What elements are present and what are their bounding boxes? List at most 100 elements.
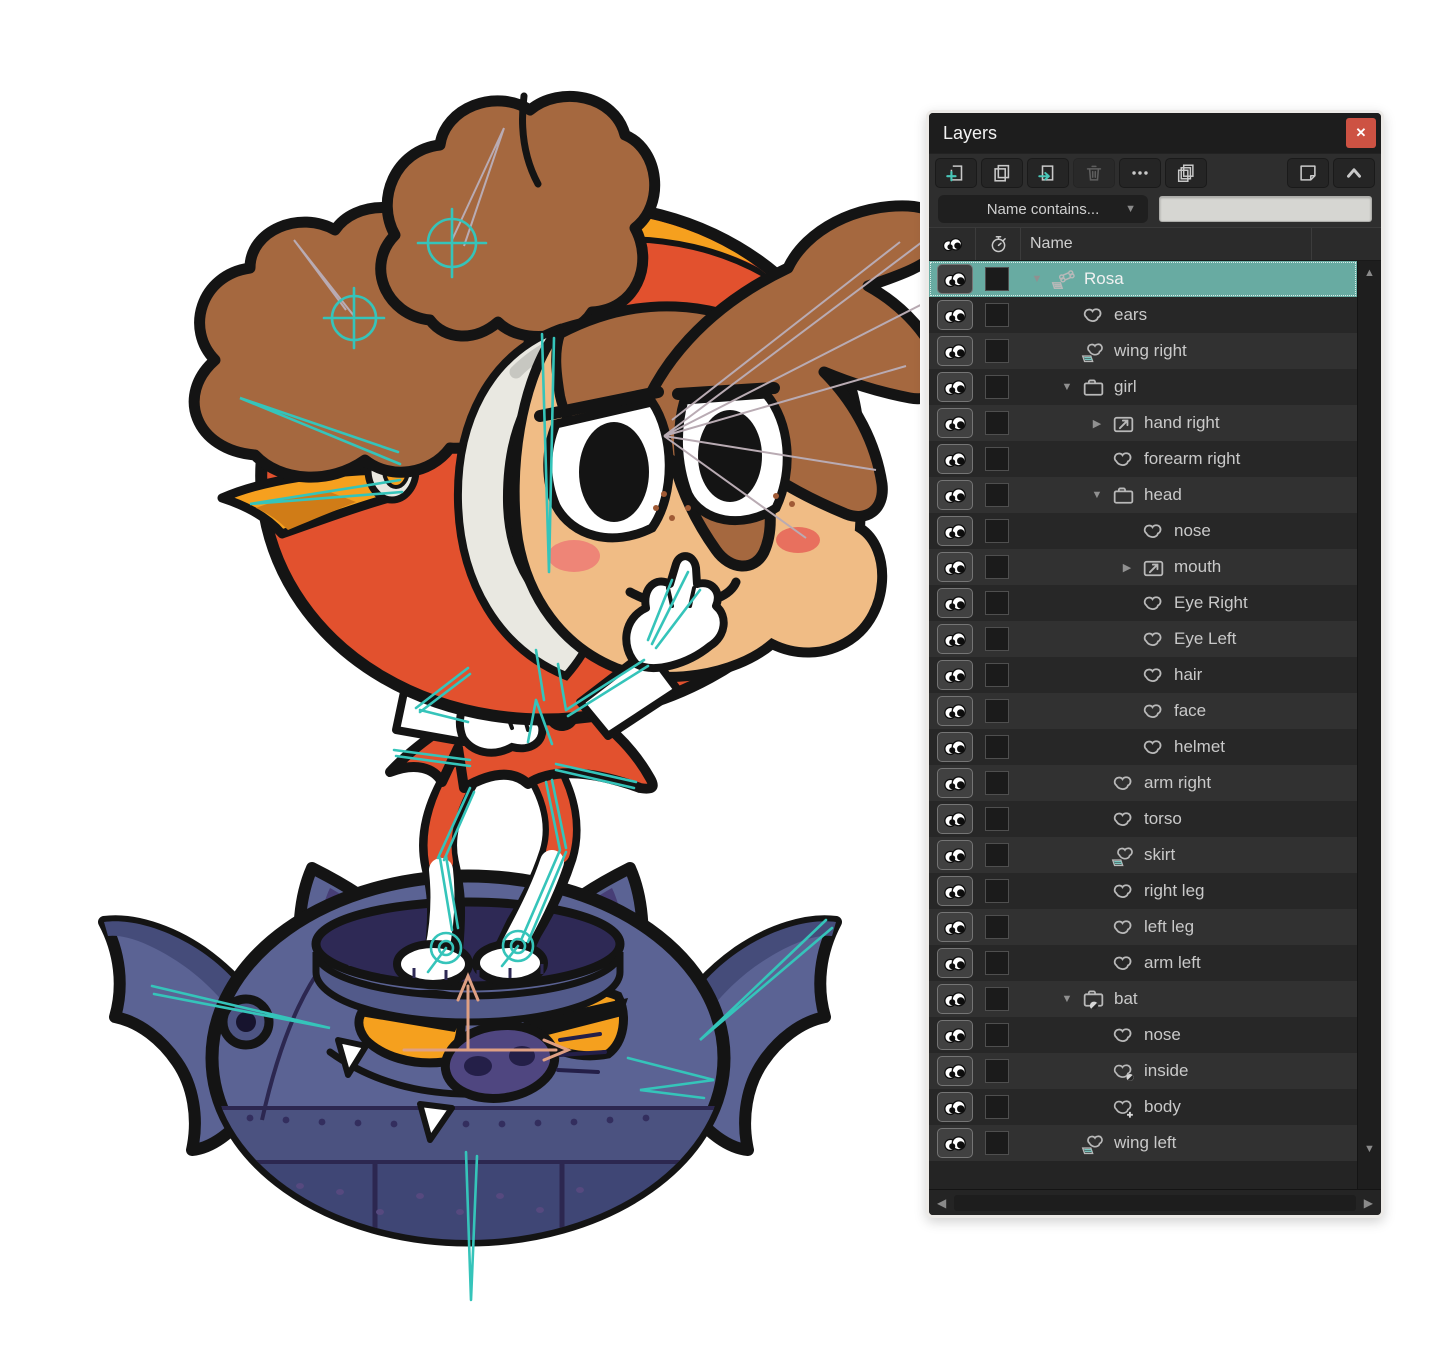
layer-row-mouth[interactable]: ▶mouth	[929, 549, 1357, 585]
panel-titlebar[interactable]: Layers ✕	[929, 113, 1381, 153]
animation-checkbox[interactable]	[985, 915, 1009, 939]
layer-comps-button[interactable]	[1165, 158, 1207, 188]
visibility-toggle[interactable]	[937, 804, 973, 834]
collapse-arrow[interactable]: ▼	[1085, 489, 1109, 501]
layer-row-helmet[interactable]: helmet	[929, 729, 1357, 765]
horizontal-scroll-track[interactable]	[954, 1195, 1356, 1211]
layer-row-arm-right[interactable]: arm right	[929, 765, 1357, 801]
layer-row-body[interactable]: body	[929, 1089, 1357, 1125]
vertical-scrollbar[interactable]: ▲ ▼	[1357, 261, 1381, 1189]
visibility-toggle[interactable]	[937, 1128, 973, 1158]
filter-mode-dropdown[interactable]: Name contains... ▼	[938, 195, 1148, 223]
animation-checkbox[interactable]	[985, 843, 1009, 867]
expand-arrow[interactable]: ▶	[1085, 417, 1109, 430]
close-button[interactable]: ✕	[1346, 118, 1376, 148]
visibility-toggle[interactable]	[937, 516, 973, 546]
layer-row-face[interactable]: face	[929, 693, 1357, 729]
visibility-toggle[interactable]	[937, 408, 973, 438]
visibility-toggle[interactable]	[937, 552, 973, 582]
layer-row-girl[interactable]: ▼girl	[929, 369, 1357, 405]
scroll-up-arrow[interactable]: ▲	[1358, 267, 1381, 279]
layer-row-hand-right[interactable]: ▶hand right	[929, 405, 1357, 441]
layer-row-ears[interactable]: ears	[929, 297, 1357, 333]
animation-checkbox[interactable]	[985, 627, 1009, 651]
animation-checkbox[interactable]	[985, 807, 1009, 831]
visibility-toggle[interactable]	[937, 732, 973, 762]
animation-checkbox[interactable]	[985, 267, 1009, 291]
animation-checkbox[interactable]	[985, 1095, 1009, 1119]
layer-row-eye-left[interactable]: Eye Left	[929, 621, 1357, 657]
layer-row-left-leg[interactable]: left leg	[929, 909, 1357, 945]
layer-row-inside[interactable]: inside	[929, 1053, 1357, 1089]
document-canvas[interactable]	[0, 0, 920, 1347]
expand-arrow[interactable]: ▶	[1115, 561, 1139, 574]
layer-row-hair[interactable]: hair	[929, 657, 1357, 693]
scroll-right-arrow[interactable]: ▶	[1364, 1196, 1373, 1210]
visibility-toggle[interactable]	[937, 1020, 973, 1050]
animation-checkbox[interactable]	[985, 771, 1009, 795]
animation-checkbox[interactable]	[985, 411, 1009, 435]
visibility-toggle[interactable]	[937, 444, 973, 474]
more-options-button[interactable]	[1119, 158, 1161, 188]
animation-checkbox[interactable]	[985, 519, 1009, 543]
collapse-arrow[interactable]: ▼	[1055, 381, 1079, 393]
layer-row-nose[interactable]: nose	[929, 1017, 1357, 1053]
layer-row-nose[interactable]: nose	[929, 513, 1357, 549]
animation-checkbox[interactable]	[985, 879, 1009, 903]
visibility-toggle[interactable]	[937, 588, 973, 618]
animation-checkbox[interactable]	[985, 663, 1009, 687]
layer-row-skirt[interactable]: skirt	[929, 837, 1357, 873]
scroll-down-arrow[interactable]: ▼	[1358, 1143, 1381, 1155]
layer-row-wing-right[interactable]: wing right	[929, 333, 1357, 369]
visibility-toggle[interactable]	[937, 372, 973, 402]
detach-panel-button[interactable]	[1287, 158, 1329, 188]
animation-checkbox[interactable]	[985, 555, 1009, 579]
layer-row-head[interactable]: ▼head	[929, 477, 1357, 513]
layer-row-torso[interactable]: torso	[929, 801, 1357, 837]
animation-checkbox[interactable]	[985, 1059, 1009, 1083]
collapse-arrow[interactable]: ▼	[1055, 993, 1079, 1005]
layer-row-right-leg[interactable]: right leg	[929, 873, 1357, 909]
animation-checkbox[interactable]	[985, 987, 1009, 1011]
layer-row-wing-left[interactable]: wing left	[929, 1125, 1357, 1161]
visibility-toggle[interactable]	[937, 1092, 973, 1122]
visibility-toggle[interactable]	[937, 336, 973, 366]
visibility-toggle[interactable]	[937, 480, 973, 510]
visibility-toggle[interactable]	[937, 300, 973, 330]
visibility-toggle[interactable]	[937, 1056, 973, 1086]
animation-checkbox[interactable]	[985, 1023, 1009, 1047]
animation-checkbox[interactable]	[985, 447, 1009, 471]
visibility-toggle[interactable]	[937, 912, 973, 942]
visibility-toggle[interactable]	[937, 984, 973, 1014]
animation-checkbox[interactable]	[985, 699, 1009, 723]
layer-row-eye-right[interactable]: Eye Right	[929, 585, 1357, 621]
visibility-toggle[interactable]	[937, 876, 973, 906]
animation-checkbox[interactable]	[985, 1131, 1009, 1155]
layer-search-input[interactable]	[1159, 196, 1372, 222]
visibility-toggle[interactable]	[937, 264, 973, 294]
visibility-toggle[interactable]	[937, 948, 973, 978]
collapse-arrow[interactable]: ▼	[1025, 273, 1049, 285]
visibility-toggle[interactable]	[937, 696, 973, 726]
animation-checkbox[interactable]	[985, 591, 1009, 615]
animation-checkbox[interactable]	[985, 339, 1009, 363]
animation-checkbox[interactable]	[985, 735, 1009, 759]
export-layer-button[interactable]	[1027, 158, 1069, 188]
layer-row-bat[interactable]: ▼bat	[929, 981, 1357, 1017]
visibility-toggle[interactable]	[937, 660, 973, 690]
visibility-toggle[interactable]	[937, 768, 973, 798]
animation-checkbox[interactable]	[985, 303, 1009, 327]
collapse-panel-button[interactable]	[1333, 158, 1375, 188]
animation-checkbox[interactable]	[985, 483, 1009, 507]
animation-checkbox[interactable]	[985, 375, 1009, 399]
new-layer-button[interactable]	[935, 158, 977, 188]
layer-row-arm-left[interactable]: arm left	[929, 945, 1357, 981]
horizontal-scrollbar[interactable]: ◀ ▶	[929, 1189, 1381, 1215]
duplicate-layer-button[interactable]	[981, 158, 1023, 188]
animation-checkbox[interactable]	[985, 951, 1009, 975]
visibility-toggle[interactable]	[937, 624, 973, 654]
scroll-left-arrow[interactable]: ◀	[937, 1196, 946, 1210]
visibility-toggle[interactable]	[937, 840, 973, 870]
delete-layer-button[interactable]	[1073, 158, 1115, 188]
layer-row-rosa[interactable]: ▼Rosa	[929, 261, 1357, 297]
